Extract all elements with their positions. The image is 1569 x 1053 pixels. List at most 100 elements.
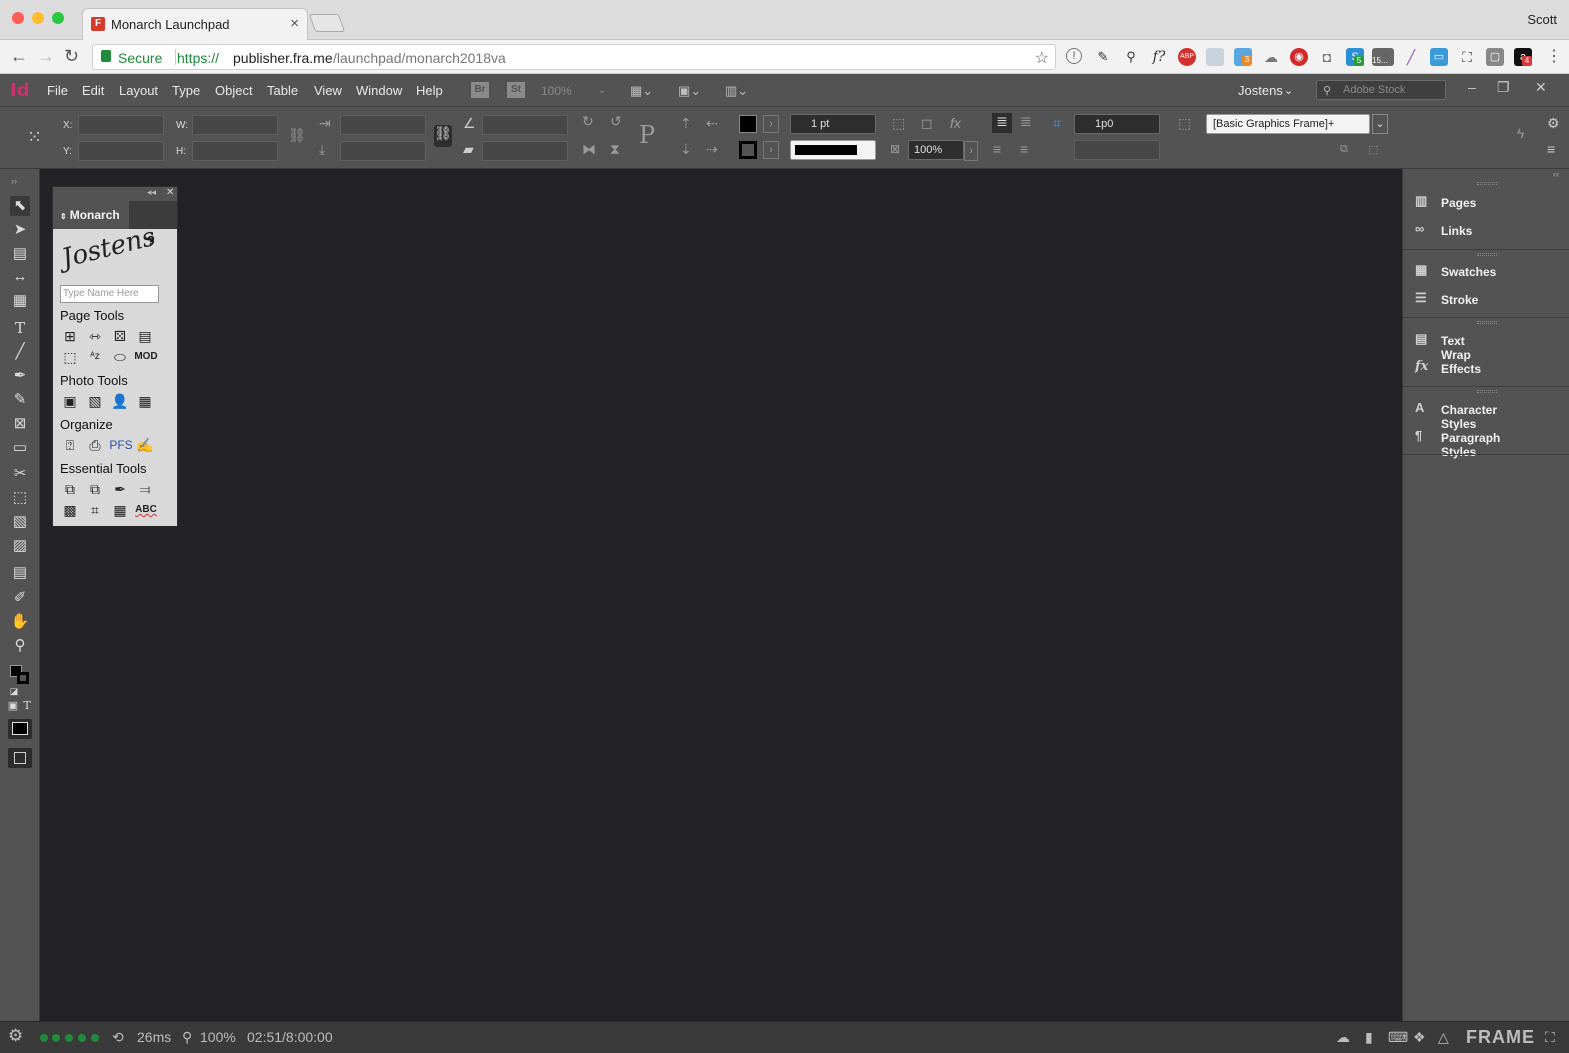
expand-dock-icon[interactable]: ‹‹ xyxy=(1553,169,1559,179)
drop-shadow-icon[interactable]: ⬚ xyxy=(892,115,905,132)
flip-vertical-icon[interactable]: ⧗ xyxy=(610,141,620,158)
portrait-photo-icon[interactable]: ▣ xyxy=(61,392,79,410)
fullscreen-icon[interactable]: ⛶ xyxy=(1545,1029,1555,1046)
collapse-tools-icon[interactable]: ›› xyxy=(4,171,24,191)
close-panel-icon[interactable]: ✕ xyxy=(166,187,174,198)
fx-effects-icon[interactable]: fx xyxy=(950,115,961,131)
object-style-dropdown[interactable]: [Basic Graphics Frame]+ xyxy=(1206,114,1370,134)
profile-name[interactable]: Scott xyxy=(1527,12,1557,27)
minimize-window-button[interactable] xyxy=(32,12,44,24)
photo-grid-icon[interactable]: ▦ xyxy=(136,392,154,410)
gutter-field[interactable]: 1p0 xyxy=(1074,114,1160,134)
menu-file[interactable]: File xyxy=(47,83,68,98)
help-button[interactable]: ? xyxy=(147,233,155,248)
shield-extension-icon[interactable]: ▢ xyxy=(1486,48,1504,66)
opacity-chevron-icon[interactable]: › xyxy=(964,141,978,161)
opacity-field[interactable]: 100% xyxy=(908,140,964,160)
table-icon[interactable]: ▦ xyxy=(111,501,129,519)
crop-frame-icon[interactable]: ⌗ xyxy=(86,501,104,519)
name-input[interactable]: Type Name Here xyxy=(60,285,159,303)
spellcheck-button[interactable]: ABC xyxy=(133,501,159,519)
menu-object[interactable]: Object xyxy=(215,83,253,98)
back-arrow-icon[interactable]: ← xyxy=(10,46,28,67)
frame-stack-icon[interactable]: ▩ xyxy=(61,501,79,519)
select-previous-icon[interactable]: ⇠ xyxy=(706,115,718,132)
menu-help[interactable]: Help xyxy=(416,83,443,98)
hand-tool-icon[interactable]: ✋ xyxy=(10,612,30,632)
gradient-feather-tool-icon[interactable]: ▨ xyxy=(10,536,30,556)
forward-arrow-icon[interactable]: → xyxy=(37,46,55,67)
s-extension-icon[interactable]: S5 xyxy=(1346,48,1364,66)
scale-y-field[interactable] xyxy=(340,141,426,161)
stroke-menu-chevron-icon[interactable]: › xyxy=(763,141,779,159)
bookmark-star-icon[interactable]: ☆ xyxy=(1035,48,1049,68)
eyedropper-tool-icon[interactable]: ✐ xyxy=(10,588,30,608)
adobe-stock-search[interactable]: ⚲ Adobe Stock xyxy=(1316,80,1446,100)
stroke-swatch[interactable] xyxy=(739,141,757,159)
new-tab-button[interactable] xyxy=(308,14,346,32)
screen-mode-icon[interactable]: ▣⌄ xyxy=(678,83,701,99)
rotate-counterclockwise-icon[interactable]: ↺ xyxy=(610,113,622,130)
adblock-extension-icon[interactable]: ABP xyxy=(1178,48,1196,66)
stroke-weight-field[interactable]: 1 pt xyxy=(790,114,876,134)
translate-extension-icon[interactable]: 3 xyxy=(1234,48,1252,66)
app-minimize-button[interactable]: – xyxy=(1468,79,1476,95)
list-icon[interactable]: ▤ xyxy=(136,327,154,345)
screen-mode-button[interactable] xyxy=(8,748,32,768)
formatting-text-icon[interactable]: T xyxy=(20,696,34,716)
mod-button[interactable]: MOD xyxy=(133,348,159,366)
fill-swatch[interactable] xyxy=(739,115,757,133)
info-extension-icon[interactable]: ! xyxy=(1066,48,1082,64)
align-left-icon[interactable]: ⫤ xyxy=(136,480,154,498)
pen-tool-icon[interactable]: ✒ xyxy=(10,366,30,386)
monarch-tab[interactable]: ⇕ Monarch xyxy=(53,201,129,229)
edit-pen-icon[interactable]: ✍ xyxy=(136,436,154,454)
formatting-container-icon[interactable]: ▣ xyxy=(6,696,20,716)
select-content-icon[interactable]: ⇣ xyxy=(680,141,692,158)
quick-apply-icon[interactable]: ϟ xyxy=(1517,125,1524,141)
browser-tab[interactable]: F Monarch Launchpad × xyxy=(82,8,308,40)
frame-shadow-icon[interactable]: ◻ xyxy=(921,115,933,132)
spread-icon[interactable]: ⇿ xyxy=(86,327,104,345)
selection-tool-icon[interactable]: ⬉ xyxy=(10,196,30,216)
dropbox-icon[interactable]: ❖ xyxy=(1413,1029,1426,1046)
rotation-angle-field[interactable] xyxy=(482,115,568,135)
chrome-menu-icon[interactable]: ⋮ xyxy=(1546,46,1562,66)
gap-tool-icon[interactable]: ⌗ xyxy=(1053,115,1061,132)
fill-menu-chevron-icon[interactable]: › xyxy=(763,115,779,133)
collapse-panel-icon[interactable]: ◂◂ xyxy=(147,187,156,198)
ellipse-icon[interactable]: ⬭ xyxy=(111,348,129,366)
address-bar[interactable]: Secure https:// publisher.fra.me /launch… xyxy=(92,44,1056,70)
zoom-tool-icon[interactable]: ⚲ xyxy=(10,636,30,656)
scale-x-field[interactable] xyxy=(340,115,426,135)
x-position-field[interactable] xyxy=(78,115,164,135)
rectangle-tool-icon[interactable]: ▭ xyxy=(10,438,30,458)
column-field[interactable] xyxy=(1074,140,1160,160)
keyboard-icon[interactable]: ⌨ xyxy=(1388,1029,1408,1046)
clipboard-icon[interactable]: ▮ xyxy=(1365,1029,1373,1046)
select-next-icon[interactable]: ⇢ xyxy=(706,141,718,158)
note-tool-icon[interactable]: ▤ xyxy=(10,563,30,583)
flip-horizontal-icon[interactable]: ⧓ xyxy=(582,141,596,158)
dice-icon[interactable]: ⚄ xyxy=(111,327,129,345)
zoom-level-dropdown[interactable]: 100% xyxy=(541,84,572,98)
record-extension-icon[interactable]: ◉ xyxy=(1290,48,1308,66)
reload-icon[interactable]: ↻ xyxy=(64,46,79,67)
pin-extension-icon[interactable]: ⚲ xyxy=(1122,48,1140,66)
bring-forward-icon[interactable]: ⧉ xyxy=(61,480,79,498)
align-middle-icon[interactable]: ≡ xyxy=(993,141,1001,157)
select-container-icon[interactable]: ⇡ xyxy=(680,115,692,132)
arrange-documents-icon[interactable]: ▥⌄ xyxy=(725,83,748,99)
menu-type[interactable]: Type xyxy=(172,83,200,98)
window-extension-icon[interactable]: ▭ xyxy=(1430,48,1448,66)
cloud-upload-icon[interactable]: ☁ xyxy=(1336,1029,1350,1046)
height-field[interactable] xyxy=(192,141,278,161)
apply-color-button[interactable] xyxy=(8,719,32,739)
link-scale-icon[interactable]: ⛓ xyxy=(434,125,452,147)
stock-button[interactable]: St xyxy=(507,82,525,98)
view-options-icon[interactable]: ▦⌄ xyxy=(630,83,653,99)
align-center-icon[interactable]: ≣ xyxy=(1020,113,1032,130)
panel-menu-icon[interactable]: ≡ xyxy=(1547,141,1555,157)
menu-window[interactable]: Window xyxy=(356,83,402,98)
gradient-swatch-tool-icon[interactable]: ▧ xyxy=(10,512,30,532)
